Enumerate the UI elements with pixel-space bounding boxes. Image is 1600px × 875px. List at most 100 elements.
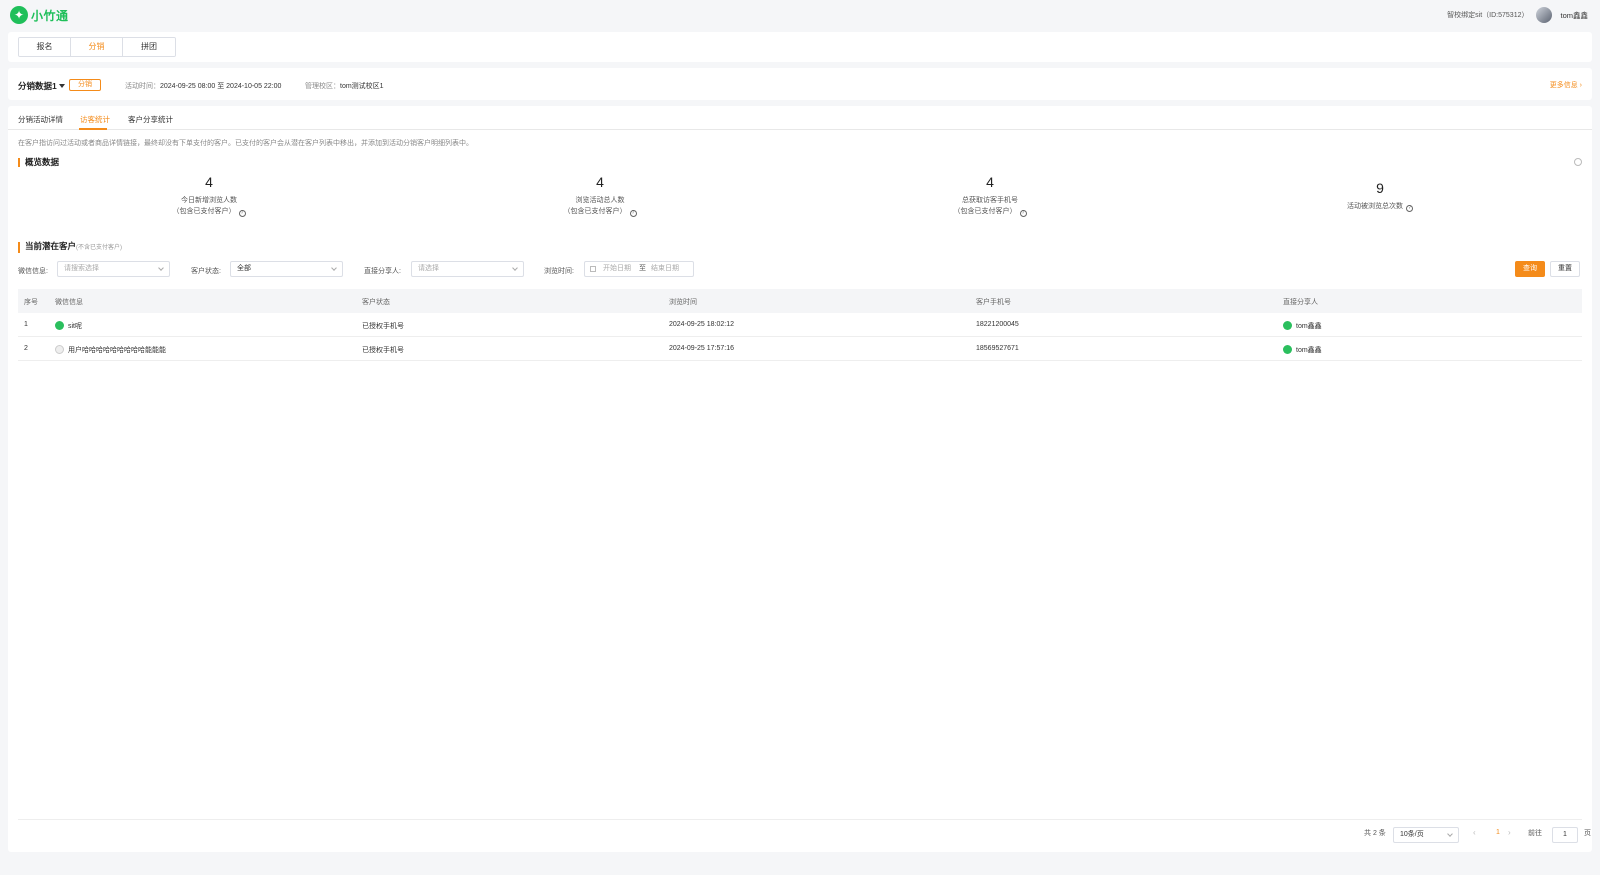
cell-index: 2 — [24, 345, 28, 352]
module-segmented-control: 报名 分销 拼团 — [18, 37, 176, 57]
question-icon[interactable]: ? — [1406, 205, 1413, 212]
avatar — [55, 321, 64, 330]
date-range-picker[interactable]: 开始日期 至 结束日期 — [584, 261, 694, 277]
chevron-down-icon — [1447, 831, 1453, 837]
stat-label: 总获取访客手机号 （包含已支付客户）? — [930, 195, 1050, 217]
page-size-select[interactable]: 10条/页 — [1393, 827, 1459, 843]
tab-visitor-stats[interactable]: 访客统计 — [80, 114, 110, 125]
page-number-current[interactable]: 1 — [1496, 829, 1500, 836]
page-size-value: 10条/页 — [1400, 831, 1424, 838]
potential-customers-title: 当前潜在客户(不含已支付客户) — [18, 242, 122, 253]
cell-wechat: sit呢 — [55, 321, 82, 331]
table-row[interactable]: 1 sit呢 已授权手机号 2024-09-25 18:02:12 182212… — [18, 313, 1582, 337]
page-suffix: 页 — [1584, 830, 1591, 837]
account-area: 智校绑定sit（ID:575312） tom鑫鑫 — [1447, 7, 1588, 23]
stat-label-main: 总获取访客手机号 — [962, 197, 1018, 204]
more-info-label: 更多信息 — [1549, 82, 1578, 89]
tab-distribution-detail[interactable]: 分销活动详情 — [18, 114, 63, 125]
calendar-icon — [590, 266, 596, 272]
activity-campus-value: tom测试校区1 — [340, 83, 384, 90]
activity-time-value: 2024-09-25 08:00 至 2024-10-05 22:00 — [160, 83, 282, 90]
activity-time: 活动时间：2024-09-25 08:00 至 2024-10-05 22:00 — [125, 81, 281, 91]
time-filter-label: 浏览时间: — [544, 268, 574, 275]
sharer-filter-label: 直接分享人: — [364, 268, 401, 275]
prev-page-icon[interactable]: ‹ — [1473, 828, 1476, 837]
module-tab-distribution[interactable]: 分销 — [71, 38, 123, 56]
tab-share-stats[interactable]: 客户分享统计 — [128, 114, 173, 125]
cell-time: 2024-09-25 18:02:12 — [669, 321, 734, 328]
end-date-input[interactable]: 结束日期 — [651, 262, 679, 276]
reset-button[interactable]: 重置 — [1550, 261, 1580, 277]
cell-wechat-name: 用户哈哈哈哈哈哈哈哈哈能能能 — [68, 347, 166, 354]
stat-value: 4 — [596, 174, 604, 190]
avatar — [1283, 345, 1292, 354]
bind-school-text: 智校绑定sit（ID:575312） — [1447, 12, 1529, 19]
activity-campus: 管理校区：tom测试校区1 — [305, 81, 384, 91]
top-bar: ✦ 小竹通 智校绑定sit（ID:575312） tom鑫鑫 — [0, 0, 1600, 30]
col-phone: 客户手机号 — [976, 299, 1011, 306]
cell-status: 已授权手机号 — [362, 323, 404, 330]
chevron-down-icon — [158, 265, 164, 271]
activity-info-card: 分销数据1 分销 活动时间：2024-09-25 08:00 至 2024-10… — [8, 68, 1592, 100]
col-status: 客户状态 — [362, 299, 390, 306]
next-page-icon[interactable]: › — [1508, 828, 1511, 837]
query-button[interactable]: 查询 — [1515, 261, 1545, 277]
sub-tabs: 分销活动详情 访客统计 客户分享统计 — [8, 106, 1592, 130]
more-info-link[interactable]: 更多信息 › — [1550, 80, 1582, 90]
stat-total-views: 9 活动被浏览总次数? — [1320, 180, 1440, 212]
app-logo[interactable]: ✦ 小竹通 — [10, 6, 69, 24]
goto-page-input[interactable]: 1 — [1552, 827, 1578, 843]
start-date-input[interactable]: 开始日期 — [603, 262, 631, 276]
notice-text: 在客户指访问过活动或者商品详情链接，最终却没有下单支付的客户。已支付的客户会从潜… — [18, 140, 473, 147]
module-tab-group-buy[interactable]: 拼团 — [123, 38, 175, 56]
col-index: 序号 — [24, 299, 38, 306]
potential-subtitle: (不含已支付客户) — [76, 245, 123, 251]
question-icon[interactable]: ? — [1019, 210, 1027, 217]
cell-time: 2024-09-25 17:57:16 — [669, 345, 734, 352]
stat-label-main: 浏览活动总人数 — [575, 197, 625, 204]
active-tab-indicator — [79, 128, 107, 130]
table-header: 序号 微信信息 客户状态 浏览时间 客户手机号 直接分享人 — [18, 289, 1582, 313]
stat-value: 4 — [205, 174, 213, 190]
cell-index: 1 — [24, 321, 28, 328]
module-tab-signup[interactable]: 报名 — [19, 38, 71, 56]
user-name[interactable]: tom鑫鑫 — [1560, 10, 1588, 21]
col-sharer: 直接分享人 — [1283, 299, 1318, 306]
pagination-divider — [18, 819, 1582, 820]
wechat-search-select[interactable]: 请搜索选择 — [57, 261, 170, 277]
stat-label-main: 活动被浏览总次数 — [1347, 203, 1403, 210]
question-icon[interactable]: ? — [238, 210, 246, 217]
cell-sharer-name: tom鑫鑫 — [1296, 347, 1322, 354]
pagination-total: 共 2 条 — [1364, 830, 1386, 837]
range-separator: 至 — [639, 265, 646, 272]
cell-phone: 18569527671 — [976, 345, 1019, 352]
stat-label-sub: （包含已支付客户） — [563, 208, 627, 215]
avatar — [1283, 321, 1292, 330]
table-row[interactable]: 2 用户哈哈哈哈哈哈哈哈哈能能能 已授权手机号 2024-09-25 17:57… — [18, 337, 1582, 361]
potential-title-text: 当前潜在客户 — [25, 241, 77, 251]
wechat-select-placeholder: 请搜索选择 — [64, 265, 99, 272]
stat-total-visitors: 4 浏览活动总人数 （包含已支付客户）? — [540, 174, 660, 217]
activity-type-badge: 分销 — [69, 79, 101, 91]
cell-wechat-name: sit呢 — [68, 323, 82, 330]
col-time: 浏览时间 — [669, 299, 697, 306]
refresh-icon[interactable] — [1574, 158, 1582, 166]
stat-value: 9 — [1376, 180, 1384, 196]
sharer-select[interactable]: 请选择 — [411, 261, 524, 277]
wechat-filter-label: 微信信息: — [18, 268, 48, 275]
stat-today-new-visitors: 4 今日新增浏览人数 （包含已支付客户）? — [149, 174, 269, 217]
cell-status: 已授权手机号 — [362, 347, 404, 354]
caret-down-icon — [58, 84, 65, 88]
chevron-down-icon — [331, 265, 337, 271]
avatar[interactable] — [1536, 7, 1553, 23]
activity-name: 分销数据1 — [18, 81, 57, 91]
activity-selector[interactable]: 分销数据1 — [18, 80, 65, 92]
chevron-right-icon: › — [1579, 82, 1582, 89]
stat-label-main: 今日新增浏览人数 — [181, 197, 237, 204]
question-icon[interactable]: ? — [629, 210, 637, 217]
main-content-card: 分销活动详情 访客统计 客户分享统计 在客户指访问过活动或者商品详情链接，最终却… — [8, 106, 1592, 852]
status-select[interactable]: 全部 — [230, 261, 343, 277]
chevron-down-icon — [512, 265, 518, 271]
col-wechat: 微信信息 — [55, 299, 83, 306]
avatar — [55, 345, 64, 354]
